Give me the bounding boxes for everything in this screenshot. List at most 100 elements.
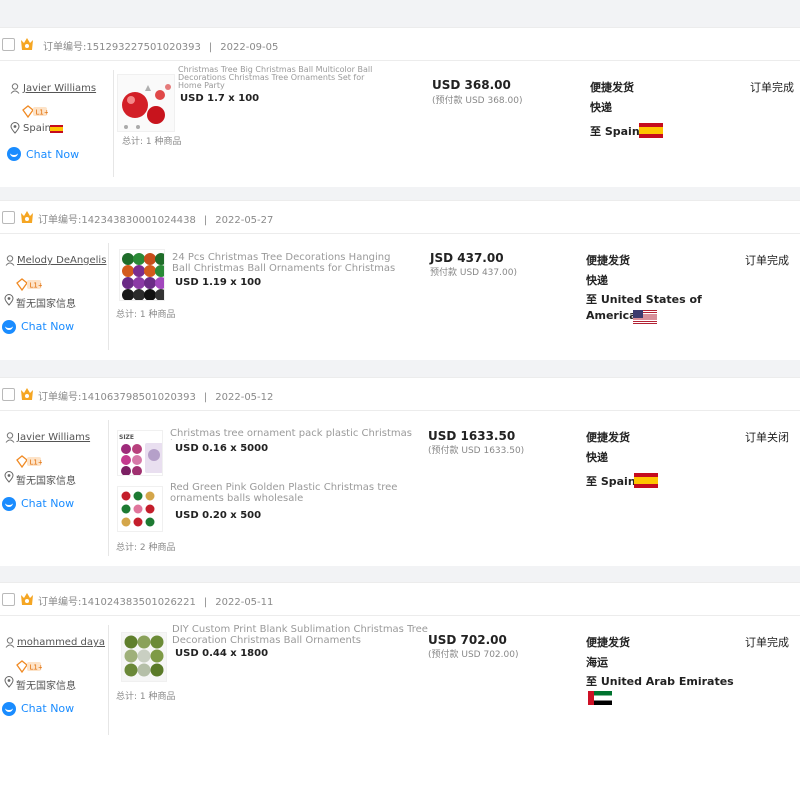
product-thumbnail[interactable] [119, 249, 165, 301]
order-body: Javier Williams L1+ Spain Chat Now Chris… [0, 62, 800, 187]
product-name-link[interactable]: DIY Custom Print Blank Sublimation Chris… [172, 624, 428, 647]
order-number-line: 订单编号:142343830001024438 | 2022-05-27 [38, 215, 274, 226]
chat-now-link[interactable]: Chat Now [21, 497, 74, 510]
product-thumbnail[interactable] [121, 632, 167, 682]
order-number-line: 订单编号:141024383501026221 | 2022-05-11 [38, 597, 274, 608]
order-status: 订单完成 [745, 254, 789, 267]
order-body: Javier Williams L1+ 暂无国家信息 Chat Now SIZE… [0, 412, 800, 566]
shipping-method: 快递 [590, 101, 612, 114]
shipping-type: 便捷发货 [590, 81, 634, 94]
crown-badge-icon [21, 211, 33, 223]
svg-text:L1+: L1+ [30, 282, 43, 290]
buyer-name-link[interactable]: mohammed daya [17, 637, 105, 648]
order-body: mohammed daya L1+ 暂无国家信息 Chat Now DIY Cu… [0, 617, 800, 743]
product-count: 总计: 1 种商品 [122, 137, 182, 147]
svg-text:L1+: L1+ [36, 109, 49, 117]
crown-badge-icon [21, 38, 33, 50]
order-price: JSD 437.00 [430, 251, 504, 265]
product-unit-qty: USD 0.16 x 5000 [175, 443, 269, 454]
product-thumbnail[interactable] [117, 74, 175, 132]
flag-uae-icon [588, 691, 612, 705]
buyer-name-link[interactable]: Javier Williams [17, 432, 90, 443]
shipping-type: 便捷发货 [586, 431, 630, 444]
order-checkbox[interactable] [2, 211, 15, 224]
buyer-name-link[interactable]: Melody DeAngelis [17, 255, 106, 266]
order-status: 订单完成 [750, 81, 794, 94]
order-header: 订单编号:141063798501020393 | 2022-05-12 [0, 377, 800, 411]
flag-spain-icon [50, 125, 63, 133]
product-name-link[interactable]: 24 Pcs Christmas Tree Decorations Hangin… [172, 252, 408, 274]
product-unit-qty: USD 0.44 x 1800 [175, 648, 269, 659]
level-badge-icon: L1+ [16, 660, 42, 673]
order-status: 订单完成 [745, 636, 789, 649]
order-checkbox[interactable] [2, 38, 15, 51]
product-unit-qty: USD 1.19 x 100 [175, 277, 262, 288]
chat-bubble-icon[interactable] [2, 320, 16, 334]
order-header: 订单编号:142343830001024438 | 2022-05-27 [0, 200, 800, 234]
shipping-destination-line2: America [586, 309, 637, 322]
shipping-method: 海运 [586, 656, 608, 669]
shipping-destination: 至 Spain [590, 125, 640, 138]
person-icon [5, 637, 15, 648]
buyer-location: 暂无国家信息 [16, 299, 76, 310]
level-badge-icon: L1+ [16, 278, 42, 291]
prepaid-amount: (预付款 USD 1633.50) [428, 446, 525, 456]
chat-now-link[interactable]: Chat Now [26, 148, 79, 161]
order-header: 订单编号:151293227501020393 | 2022-09-05 [0, 27, 800, 61]
product-name-link[interactable]: Red Green Pink Golden Plastic Christmas … [170, 482, 406, 505]
shipping-destination: 至 Spain [586, 475, 636, 488]
location-pin-icon [10, 122, 20, 134]
order-body: Melody DeAngelis L1+ 暂无国家信息 Chat Now 24 … [0, 235, 800, 360]
location-pin-icon [4, 471, 14, 483]
shipping-type: 便捷发货 [586, 254, 630, 267]
person-icon [5, 432, 15, 443]
product-unit-qty: USD 1.7 x 100 [180, 93, 260, 104]
person-icon [5, 255, 15, 266]
product-name-link[interactable]: Christmas Tree Big Christmas Ball Multic… [178, 66, 390, 92]
product-count: 总计: 2 种商品 [116, 543, 176, 553]
svg-text:L1+: L1+ [30, 664, 43, 672]
order-number-line: 订单编号:141063798501020393 | 2022-05-12 [38, 392, 274, 403]
buyer-location: Spain [23, 123, 51, 134]
product-count: 总计: 1 种商品 [116, 310, 176, 320]
buyer-location: 暂无国家信息 [16, 681, 76, 692]
shipping-destination: 至 United Arab Emirates [586, 675, 734, 688]
prepaid-amount: (预付款 USD 368.00) [432, 96, 523, 106]
flag-spain-icon [639, 123, 663, 138]
order-checkbox[interactable] [2, 593, 15, 606]
product-count: 总计: 1 种商品 [116, 692, 176, 702]
order-header: 订单编号:141024383501026221 | 2022-05-11 [0, 582, 800, 616]
product-name-link[interactable]: Christmas tree ornament pack plastic Chr… [170, 428, 426, 440]
shipping-method: 快递 [586, 451, 608, 464]
chat-bubble-icon[interactable] [7, 147, 21, 161]
level-badge-icon: L1+ [16, 455, 42, 468]
level-badge-icon: L1+ [22, 105, 48, 118]
shipping-method: 快递 [586, 274, 608, 287]
shipping-destination: 至 United States of [586, 293, 702, 306]
flag-usa-icon [633, 310, 657, 324]
prepaid-amount: (预付款 USD 702.00) [428, 650, 519, 660]
buyer-name-link[interactable]: Javier Williams [23, 83, 96, 94]
order-checkbox[interactable] [2, 388, 15, 401]
order-price: USD 702.00 [428, 633, 507, 647]
location-pin-icon [4, 294, 14, 306]
chat-bubble-icon[interactable] [2, 702, 16, 716]
order-price: USD 368.00 [432, 78, 511, 92]
product-thumbnail[interactable]: SIZE [117, 430, 163, 476]
svg-text:SIZE: SIZE [119, 434, 134, 441]
location-pin-icon [4, 676, 14, 688]
order-price: USD 1633.50 [428, 429, 516, 443]
crown-badge-icon [21, 593, 33, 605]
person-icon [10, 83, 20, 94]
prepaid-amount: 预付款 USD 437.00) [430, 268, 517, 278]
chat-now-link[interactable]: Chat Now [21, 320, 74, 333]
order-status: 订单关闭 [745, 431, 789, 444]
buyer-location: 暂无国家信息 [16, 476, 76, 487]
chat-bubble-icon[interactable] [2, 497, 16, 511]
order-number-line: 订单编号:151293227501020393 | 2022-09-05 [43, 42, 279, 53]
crown-badge-icon [21, 388, 33, 400]
flag-spain-icon [634, 473, 658, 488]
product-thumbnail[interactable] [117, 486, 163, 532]
product-unit-qty: USD 0.20 x 500 [175, 510, 262, 521]
chat-now-link[interactable]: Chat Now [21, 702, 74, 715]
